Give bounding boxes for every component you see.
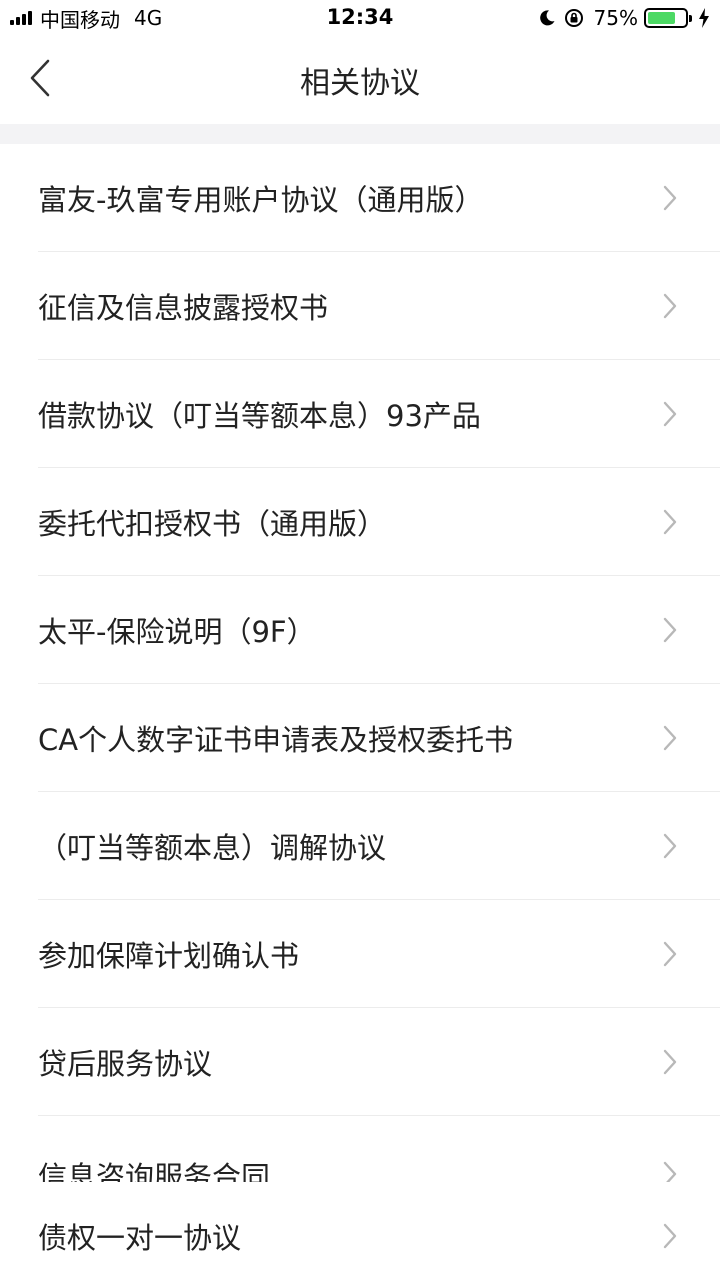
chevron-right-icon: [663, 833, 677, 859]
nav-bar: 相关协议: [0, 36, 720, 124]
agreement-label: （叮当等额本息）调解协议: [38, 831, 387, 865]
agreement-list: 富友-玖富专用账户协议（通用版） 征信及信息披露授权书 借款协议（叮当等额本息）…: [0, 144, 720, 1280]
agreement-item[interactable]: 太平-保险说明（9F）: [0, 576, 720, 684]
agreement-item[interactable]: 借款协议（叮当等额本息）93产品: [0, 360, 720, 468]
chevron-right-icon: [663, 1161, 677, 1182]
chevron-right-icon: [663, 1223, 677, 1249]
moon-icon: [538, 9, 556, 27]
agreement-label: 借款协议（叮当等额本息）93产品: [38, 399, 481, 433]
chevron-right-icon: [663, 725, 677, 751]
agreement-item[interactable]: 贷后服务协议: [0, 1008, 720, 1116]
charging-bolt-icon: [698, 8, 710, 28]
chevron-right-icon: [663, 1049, 677, 1075]
agreement-item[interactable]: 信息咨询服务合同: [0, 1116, 720, 1182]
agreements-page: 中国移动 4G 12:34 75% 相关协议 富友-玖富专用账户协议（通用版） …: [0, 0, 720, 1280]
section-gap: [0, 124, 720, 144]
chevron-right-icon: [663, 509, 677, 535]
agreement-label: 贷后服务协议: [38, 1047, 213, 1081]
agreement-label: 富友-玖富专用账户协议（通用版）: [38, 183, 484, 217]
chevron-right-icon: [663, 941, 677, 967]
chevron-right-icon: [663, 293, 677, 319]
agreement-label: 参加保障计划确认书: [38, 939, 300, 973]
agreement-item[interactable]: （叮当等额本息）调解协议: [0, 792, 720, 900]
agreement-label: CA个人数字证书申请表及授权委托书: [38, 723, 514, 757]
chevron-right-icon: [663, 617, 677, 643]
agreement-item[interactable]: 委托代扣授权书（通用版）: [0, 468, 720, 576]
rotation-lock-icon: [564, 8, 584, 28]
status-bar: 中国移动 4G 12:34 75%: [0, 0, 720, 36]
status-right: 75%: [530, 5, 710, 31]
agreement-label: 太平-保险说明（9F）: [38, 615, 316, 649]
agreement-item[interactable]: 债权一对一协议: [0, 1182, 720, 1280]
agreement-item[interactable]: 征信及信息披露授权书: [0, 252, 720, 360]
agreement-label: 征信及信息披露授权书: [38, 291, 329, 325]
chevron-right-icon: [663, 401, 677, 427]
agreement-label: 债权一对一协议: [38, 1221, 242, 1255]
battery-percent: 75%: [593, 6, 638, 30]
battery-fill: [648, 12, 675, 24]
agreement-label: 信息咨询服务合同: [38, 1160, 271, 1182]
agreement-label: 委托代扣授权书（通用版）: [38, 507, 387, 541]
agreement-item[interactable]: 参加保障计划确认书: [0, 900, 720, 1008]
battery-icon: [644, 8, 692, 28]
chevron-right-icon: [663, 185, 677, 211]
agreement-item[interactable]: 富友-玖富专用账户协议（通用版）: [0, 144, 720, 252]
agreement-item[interactable]: CA个人数字证书申请表及授权委托书: [0, 684, 720, 792]
page-title: 相关协议: [300, 66, 420, 101]
